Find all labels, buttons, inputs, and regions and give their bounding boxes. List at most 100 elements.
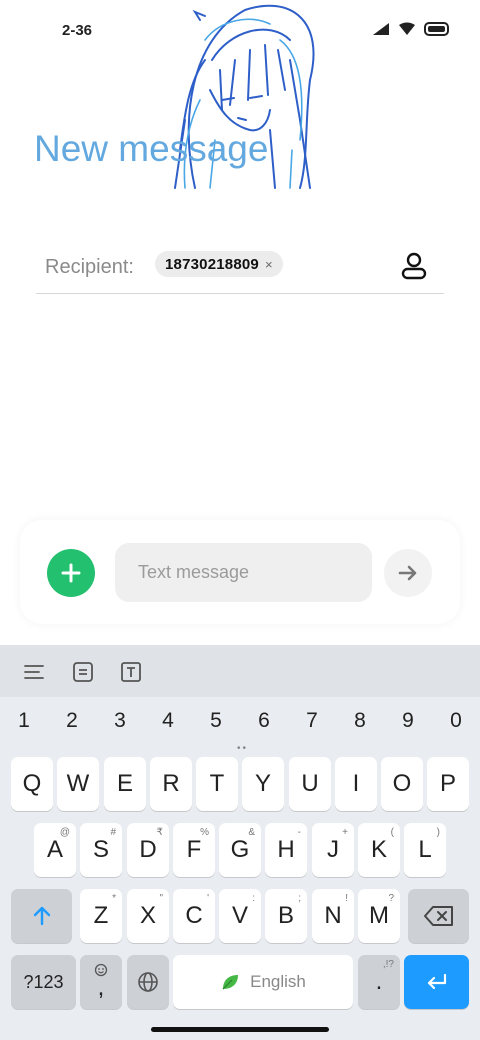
key-x-label: X <box>139 902 156 929</box>
symbols-key[interactable]: ?123 <box>11 955 76 1009</box>
key-m[interactable]: ? M <box>358 889 400 943</box>
period-label: . <box>375 968 383 995</box>
key-x[interactable]: " X <box>127 889 169 943</box>
key-k-label: K <box>370 836 387 863</box>
key-9[interactable]: 9 <box>396 709 420 733</box>
key-1[interactable]: 1 <box>12 709 36 733</box>
recipient-label: Recipient: <box>45 256 134 278</box>
key-f-label: F <box>186 836 202 863</box>
key-g-sub: & <box>248 827 255 838</box>
key-s-label: S <box>92 836 109 863</box>
key-p[interactable]: P <box>427 757 469 811</box>
period-key[interactable]: ,!?. <box>358 955 400 1009</box>
key-d-label: D <box>139 836 157 863</box>
enter-key[interactable] <box>404 955 469 1009</box>
shift-key[interactable] <box>11 889 72 943</box>
arrow-right-icon <box>398 565 417 581</box>
add-attachment-button[interactable] <box>47 549 95 597</box>
key-w[interactable]: W <box>57 757 99 811</box>
text-align-tool[interactable] <box>21 659 47 685</box>
key-n-sub: ! <box>345 893 348 904</box>
key-s[interactable]: # S <box>80 823 122 877</box>
period-sub: ,!? <box>382 959 394 970</box>
key-s-sub: # <box>110 827 116 838</box>
key-q[interactable]: Q <box>11 757 53 811</box>
page-title: New message <box>34 128 269 169</box>
keyboard-toolbar <box>0 645 480 697</box>
key-l-label: L <box>418 836 432 863</box>
key-8[interactable]: 8 <box>348 709 372 733</box>
key-g[interactable]: & G <box>219 823 261 877</box>
key-u[interactable]: U <box>289 757 331 811</box>
globe-icon <box>138 972 158 992</box>
emoji-comma-key[interactable]: , <box>80 955 122 1009</box>
key-c-label: C <box>185 902 203 929</box>
send-button[interactable] <box>384 549 432 597</box>
key-x-sub: " <box>159 893 163 904</box>
key-a-label: A <box>46 836 63 863</box>
key-o[interactable]: O <box>381 757 423 811</box>
key-7[interactable]: 7 <box>300 709 324 733</box>
recipient-row: Recipient: 18730218809 × <box>36 246 444 294</box>
text-format-tool[interactable] <box>118 659 144 685</box>
key-d-sub: ₹ <box>156 827 163 838</box>
clipboard-tool[interactable] <box>70 659 96 685</box>
key-v-label: V <box>231 902 248 929</box>
key-l[interactable]: ) L <box>404 823 446 877</box>
key-n[interactable]: ! N <box>312 889 354 943</box>
key-k[interactable]: (K <box>358 823 400 877</box>
key-a[interactable]: @ A <box>34 823 76 877</box>
battery-icon <box>424 22 449 36</box>
contact-picker-button[interactable] <box>398 250 430 282</box>
key-k-sub: ( <box>390 827 394 838</box>
key-y[interactable]: Y <box>242 757 284 811</box>
key-v-sub: : <box>252 893 255 904</box>
key-2[interactable]: 2 <box>60 709 84 733</box>
key-r[interactable]: R <box>150 757 192 811</box>
recipient-chip-number: 18730218809 <box>165 255 259 273</box>
key-j[interactable]: + J <box>312 823 354 877</box>
key-z[interactable]: * Z <box>80 889 122 943</box>
key-v[interactable]: :V <box>219 889 261 943</box>
key-b[interactable]: ; B <box>265 889 307 943</box>
key-3[interactable]: 3 <box>108 709 132 733</box>
key-c[interactable]: ' C <box>173 889 215 943</box>
key-b-label: B <box>277 902 294 929</box>
key-f[interactable]: % F <box>173 823 215 877</box>
key-l-sub: ) <box>436 827 440 838</box>
keyboard: 1 2 3 4 5 6 7 8 9 0 •• Q W E R T Y U I O… <box>0 645 480 1040</box>
shift-arrow-icon <box>33 906 50 926</box>
key-4[interactable]: 4 <box>156 709 180 733</box>
backspace-key[interactable] <box>408 889 469 943</box>
key-6[interactable]: 6 <box>252 709 276 733</box>
space-key-label: English <box>250 972 306 991</box>
key-h-label: H <box>277 836 295 863</box>
backspace-icon <box>423 906 453 926</box>
space-key[interactable]: English <box>173 955 353 1009</box>
key-m-sub: ? <box>388 893 394 904</box>
key-f-sub: % <box>200 827 209 838</box>
key-d[interactable]: ₹ D <box>127 823 169 877</box>
clipboard-icon <box>73 662 93 682</box>
text-format-icon <box>121 662 141 682</box>
key-0[interactable]: 0 <box>444 709 468 733</box>
key-5[interactable]: 5 <box>204 709 228 733</box>
key-t[interactable]: T <box>196 757 238 811</box>
number-row: 1 2 3 4 5 6 7 8 9 0 <box>0 709 480 739</box>
key-h-sub: - <box>297 827 301 838</box>
key-h[interactable]: -H <box>265 823 307 877</box>
plus-icon <box>61 563 81 583</box>
chip-remove-icon[interactable]: × <box>265 258 273 271</box>
language-key[interactable] <box>127 955 169 1009</box>
recipient-chip[interactable]: 18730218809 × <box>155 251 283 277</box>
home-indicator[interactable] <box>151 1027 329 1032</box>
key-m-label: M <box>369 902 389 929</box>
key-z-label: Z <box>93 902 109 929</box>
key-e[interactable]: E <box>104 757 146 811</box>
key-c-sub: ' <box>207 893 209 904</box>
key-j-sub: + <box>342 827 348 838</box>
message-input[interactable] <box>115 543 372 602</box>
key-i[interactable]: I <box>335 757 377 811</box>
key-z-sub: * <box>112 893 116 904</box>
leaf-icon <box>222 975 239 990</box>
